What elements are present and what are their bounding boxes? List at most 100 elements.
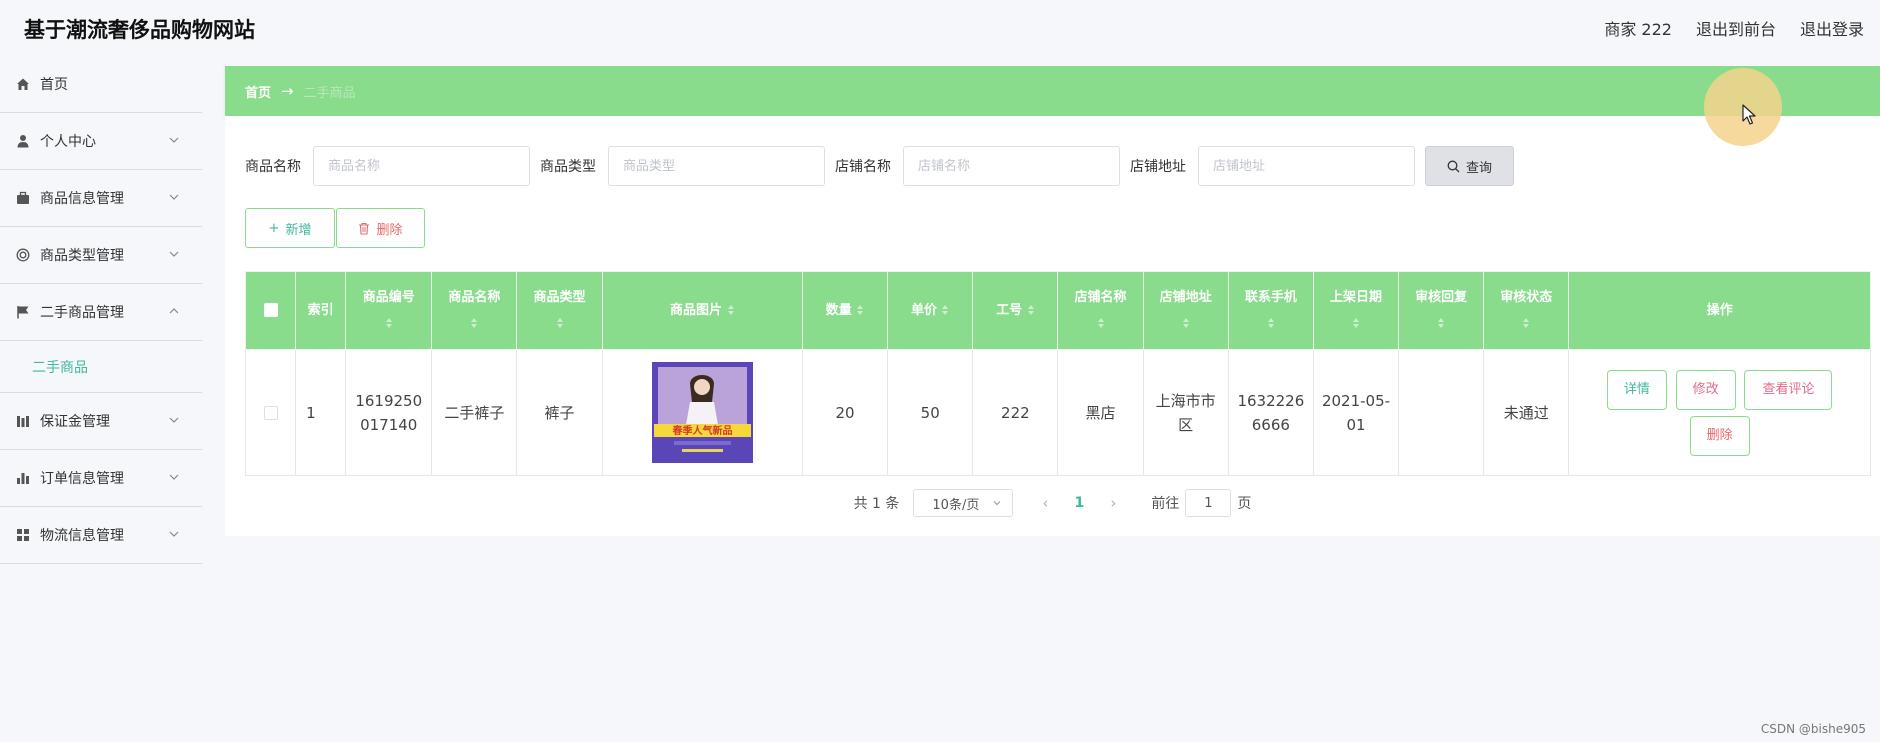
select-all-checkbox[interactable] [263, 303, 278, 317]
edit-button[interactable]: 修改 [1675, 369, 1736, 410]
search-button[interactable]: 查询 [1425, 146, 1514, 186]
merchant-user[interactable]: 商家 222 [1604, 16, 1672, 40]
page-size-select[interactable]: 10条/页 [913, 489, 1014, 517]
sidebar: 首页 个人中心 商品信息管理 商品类型管理 二手商品管理 二手商品 保证金管理 [0, 56, 202, 564]
sidebar-item-label: 物流信息管理 [40, 528, 124, 544]
product-image[interactable]: 春季人气新品 [651, 362, 753, 463]
search-button-label: 查询 [1465, 160, 1492, 176]
chevron-down-icon [169, 194, 179, 200]
sidebar-item-label: 商品类型管理 [40, 248, 124, 264]
header-review-status[interactable]: 审核状态 [1483, 271, 1570, 350]
sidebar-item-home[interactable]: 首页 [0, 56, 202, 113]
select-all-header[interactable] [244, 271, 297, 350]
cell-image: 春季人气新品 [601, 349, 803, 476]
chevron-down-icon [994, 501, 1001, 506]
header-name[interactable]: 商品名称 [431, 271, 518, 350]
row-select-cell[interactable] [244, 349, 297, 476]
header-index: 索引 [295, 271, 347, 350]
sort-icon[interactable] [385, 317, 393, 329]
sort-icon[interactable] [727, 304, 735, 316]
sidebar-item-product-info[interactable]: 商品信息管理 [0, 170, 202, 227]
prev-page-icon[interactable]: ‹ [1031, 494, 1059, 512]
chevron-down-icon [169, 251, 179, 257]
main-content: 商品名称 商品类型 店铺名称 店铺地址 查询 + 新增 删除 索引 [225, 116, 1880, 536]
sort-icon[interactable] [556, 317, 564, 329]
search-form: 商品名称 商品类型 店铺名称 店铺地址 查询 [245, 146, 1514, 186]
exit-to-front-link[interactable]: 退出到前台 [1696, 16, 1776, 40]
home-icon [16, 77, 30, 91]
sort-icon[interactable] [1437, 317, 1445, 329]
detail-button[interactable]: 详情 [1606, 369, 1667, 410]
product-name-input[interactable] [313, 146, 530, 186]
shop-address-input[interactable] [1198, 146, 1415, 186]
ring-icon [16, 248, 30, 262]
header-shop-name[interactable]: 店铺名称 [1057, 271, 1144, 350]
bulk-delete-button[interactable]: 删除 [336, 208, 425, 248]
view-reviews-button[interactable]: 查看评论 [1744, 369, 1833, 410]
delete-button[interactable]: 删除 [1689, 415, 1750, 456]
header-code[interactable]: 商品编号 [345, 271, 433, 350]
bulk-delete-button-label: 删除 [376, 222, 403, 238]
product-type-input[interactable] [608, 146, 825, 186]
chevron-down-icon [169, 417, 179, 423]
goto-page-input[interactable] [1185, 489, 1232, 517]
plus-icon: + [268, 220, 280, 236]
sort-icon[interactable] [1267, 317, 1275, 329]
header-date[interactable]: 上架日期 [1312, 271, 1400, 350]
sidebar-item-secondhand[interactable]: 二手商品管理 [0, 284, 202, 341]
page-size-value: 10条/页 [932, 497, 980, 513]
cell-code: 1619250017140 [345, 349, 433, 476]
mouse-cursor-icon [1742, 104, 1756, 125]
header-review-reply[interactable]: 审核回复 [1398, 271, 1485, 350]
page-number-current[interactable]: 1 [1059, 495, 1099, 511]
shop-name-input[interactable] [903, 146, 1120, 186]
sort-icon[interactable] [1182, 317, 1190, 329]
sort-icon[interactable] [941, 304, 949, 316]
header-image[interactable]: 商品图片 [601, 271, 803, 350]
sidebar-item-label: 保证金管理 [40, 414, 110, 430]
breadcrumb-home[interactable]: 首页 [245, 82, 271, 101]
add-button[interactable]: + 新增 [245, 208, 335, 248]
chevron-down-icon [169, 531, 179, 537]
watermark: CSDN @bishe905 [1760, 722, 1866, 736]
sidebar-subitem-secondhand-products[interactable]: 二手商品 [0, 341, 202, 393]
header-shop-addr[interactable]: 店铺地址 [1142, 271, 1229, 350]
sort-icon[interactable] [1522, 317, 1530, 329]
row-checkbox[interactable] [263, 406, 278, 420]
sidebar-item-deposit[interactable]: 保证金管理 [0, 393, 202, 450]
logout-link[interactable]: 退出登录 [1800, 16, 1864, 40]
cell-price: 50 [887, 349, 974, 476]
sidebar-item-label: 首页 [40, 77, 68, 93]
sort-icon[interactable] [1097, 317, 1105, 329]
cell-ops: 详情 修改 查看评论 删除 [1568, 349, 1871, 476]
trash-icon [359, 222, 370, 235]
header-phone[interactable]: 联系手机 [1227, 271, 1314, 350]
add-button-label: 新增 [285, 222, 312, 238]
sort-icon[interactable] [856, 304, 864, 316]
cell-index: 1 [295, 349, 347, 476]
header-ops: 操作 [1568, 271, 1871, 350]
sidebar-item-label: 商品信息管理 [40, 191, 124, 207]
sort-icon[interactable] [1027, 304, 1035, 316]
header-emp-no[interactable]: 工号 [972, 271, 1059, 350]
search-icon [1447, 160, 1460, 172]
sort-icon[interactable] [1352, 317, 1360, 329]
breadcrumb-arrow-icon: → [281, 82, 294, 100]
next-page-icon[interactable]: › [1099, 494, 1127, 512]
sidebar-item-orders[interactable]: 订单信息管理 [0, 450, 202, 507]
pagination-total: 共 1 条 [853, 496, 900, 512]
sidebar-item-label: 订单信息管理 [40, 471, 124, 487]
header-type[interactable]: 商品类型 [516, 271, 603, 350]
header-price[interactable]: 单价 [887, 271, 974, 350]
cell-phone: 16322266666 [1227, 349, 1314, 476]
cell-emp-no: 222 [972, 349, 1059, 476]
table-header-row: 索引 商品编号 商品名称 商品类型 商品图片 数量 单价 工号 店铺名称 店铺地… [244, 271, 1871, 350]
sort-icon[interactable] [470, 317, 478, 329]
sidebar-item-personal[interactable]: 个人中心 [0, 113, 202, 170]
header-qty[interactable]: 数量 [801, 271, 889, 350]
sidebar-item-product-type[interactable]: 商品类型管理 [0, 227, 202, 284]
chevron-down-icon [169, 137, 179, 143]
sidebar-item-logistics[interactable]: 物流信息管理 [0, 507, 202, 564]
breadcrumb: 首页 → 二手商品 [225, 66, 1880, 116]
chevron-down-icon [169, 474, 179, 480]
